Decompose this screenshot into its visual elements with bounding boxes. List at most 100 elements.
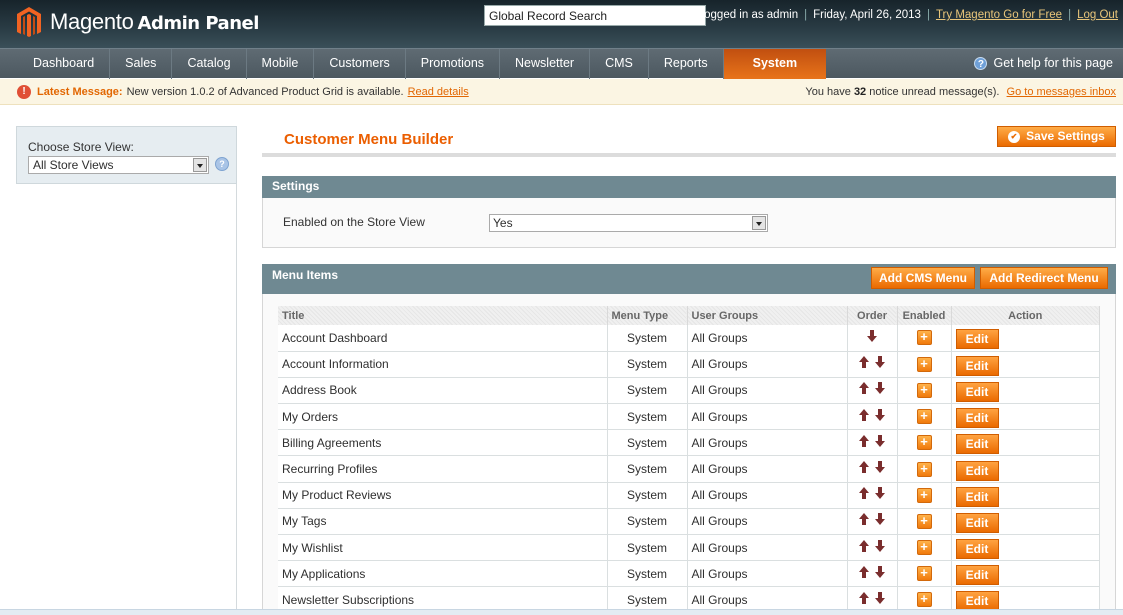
move-up-icon[interactable]	[858, 382, 870, 395]
enabled-select[interactable]: Yes	[489, 214, 768, 232]
column-enabled[interactable]: Enabled	[897, 306, 952, 325]
plus-icon[interactable]: +	[916, 461, 932, 477]
edit-button[interactable]: Edit	[955, 565, 999, 586]
move-down-icon[interactable]	[874, 356, 886, 369]
plus-icon[interactable]: +	[916, 330, 932, 346]
nav-newsletter[interactable]: Newsletter	[500, 49, 591, 79]
nav-system[interactable]: System	[723, 49, 827, 79]
move-up-icon[interactable]	[858, 487, 870, 500]
column-title[interactable]: Title	[278, 306, 608, 325]
edit-button[interactable]: Edit	[955, 539, 999, 560]
store-view-value: All Store Views	[33, 158, 114, 172]
add-cms-menu-button[interactable]: Add CMS Menu	[871, 267, 975, 289]
chevron-down-icon[interactable]	[193, 158, 207, 172]
help-link[interactable]: ? Get help for this page	[974, 56, 1113, 70]
plus-icon[interactable]: +	[916, 487, 932, 503]
checkmark-icon: ✔	[1008, 131, 1020, 143]
help-icon[interactable]: ?	[215, 157, 229, 171]
move-up-icon[interactable]	[858, 356, 870, 369]
row-action: Edit	[951, 351, 1100, 378]
edit-button[interactable]: Edit	[955, 486, 999, 507]
move-down-icon[interactable]	[874, 461, 886, 474]
edit-button[interactable]: Edit	[955, 381, 999, 402]
edit-button[interactable]: Edit	[955, 460, 999, 481]
plus-icon[interactable]: +	[916, 540, 932, 556]
move-up-icon[interactable]	[858, 539, 870, 553]
edit-button[interactable]: Edit	[955, 355, 999, 376]
move-down-icon[interactable]	[874, 408, 886, 422]
row-menu-type: System	[607, 429, 688, 457]
nav-cms[interactable]: CMS	[590, 49, 649, 79]
row-action: Edit	[951, 482, 1100, 509]
row-menu-type: System	[607, 325, 688, 352]
plus-icon[interactable]: +	[916, 382, 932, 398]
row-user-groups: All Groups	[687, 455, 848, 483]
nav-sales[interactable]: Sales	[110, 49, 173, 79]
table-row: Billing Agreements System All Groups + Edit	[278, 429, 1100, 457]
table-row: Account Dashboard System All Groups + Edit	[278, 325, 1100, 352]
nav-promotions[interactable]: Promotions	[406, 49, 501, 79]
row-enabled: +	[897, 534, 952, 562]
column-user-groups[interactable]: User Groups	[687, 306, 848, 325]
row-order	[847, 482, 898, 509]
row-title: Recurring Profiles	[278, 455, 608, 483]
edit-button[interactable]: Edit	[955, 512, 999, 533]
table-row: My Wishlist System All Groups + Edit	[278, 534, 1100, 562]
nav-mobile[interactable]: Mobile	[247, 49, 315, 79]
move-down-icon[interactable]	[874, 539, 886, 553]
settings-fieldset: Enabled on the Store View Yes	[262, 198, 1116, 248]
table-row: My Orders System All Groups + Edit	[278, 403, 1100, 431]
chevron-down-icon[interactable]	[752, 216, 766, 230]
save-settings-button[interactable]: ✔ Save Settings	[997, 126, 1116, 147]
brand-name: Magento Admin Panel	[50, 9, 259, 35]
nav-dashboard[interactable]: Dashboard	[18, 49, 111, 79]
row-menu-type: System	[607, 455, 688, 483]
move-down-icon[interactable]	[874, 565, 886, 579]
plus-icon[interactable]: +	[916, 566, 932, 582]
nav-customers[interactable]: Customers	[314, 49, 406, 79]
plus-icon[interactable]: +	[916, 435, 932, 451]
read-details-link[interactable]: Read details	[408, 86, 469, 98]
latest-message-label: Latest Message:	[37, 86, 123, 98]
move-up-icon[interactable]	[858, 513, 870, 526]
move-up-icon[interactable]	[858, 434, 870, 448]
edit-button[interactable]: Edit	[955, 329, 999, 350]
move-down-icon[interactable]	[874, 513, 886, 526]
move-up-icon[interactable]	[858, 591, 870, 605]
row-menu-type: System	[607, 534, 688, 562]
nav-reports[interactable]: Reports	[649, 49, 724, 79]
store-view-select[interactable]: All Store Views	[28, 156, 209, 174]
row-menu-type: System	[607, 377, 688, 405]
row-enabled: +	[897, 325, 952, 352]
move-up-icon[interactable]	[858, 408, 870, 422]
nav-catalog[interactable]: Catalog	[172, 49, 247, 79]
separator: |	[926, 9, 930, 21]
row-user-groups: All Groups	[687, 560, 848, 588]
move-down-icon[interactable]	[866, 329, 878, 343]
move-down-icon[interactable]	[874, 434, 886, 448]
row-order	[847, 403, 898, 431]
plus-icon[interactable]: +	[916, 409, 932, 425]
row-enabled: +	[897, 508, 952, 536]
messages-inbox-link[interactable]: Go to messages inbox	[1007, 86, 1116, 98]
column-menu-type[interactable]: Menu Type	[607, 306, 688, 325]
move-up-icon[interactable]	[858, 565, 870, 579]
move-down-icon[interactable]	[874, 487, 886, 500]
plus-icon[interactable]: +	[916, 513, 932, 529]
move-down-icon[interactable]	[874, 591, 886, 605]
row-enabled: +	[897, 377, 952, 405]
try-magento-go-link[interactable]: Try Magento Go for Free	[936, 9, 1062, 21]
global-record-search-input[interactable]	[484, 5, 706, 26]
move-down-icon[interactable]	[874, 382, 886, 395]
edit-button[interactable]: Edit	[955, 408, 999, 429]
row-user-groups: All Groups	[687, 377, 848, 405]
plus-icon[interactable]: +	[916, 592, 932, 608]
plus-icon[interactable]: +	[916, 356, 932, 372]
logout-link[interactable]: Log Out	[1077, 9, 1118, 21]
row-action: Edit	[951, 534, 1100, 562]
column-order[interactable]: Order	[847, 306, 898, 325]
add-redirect-menu-button[interactable]: Add Redirect Menu	[980, 267, 1108, 289]
move-up-icon[interactable]	[858, 461, 870, 474]
edit-button[interactable]: Edit	[955, 434, 999, 455]
logo[interactable]: Magento Admin Panel	[16, 6, 259, 38]
